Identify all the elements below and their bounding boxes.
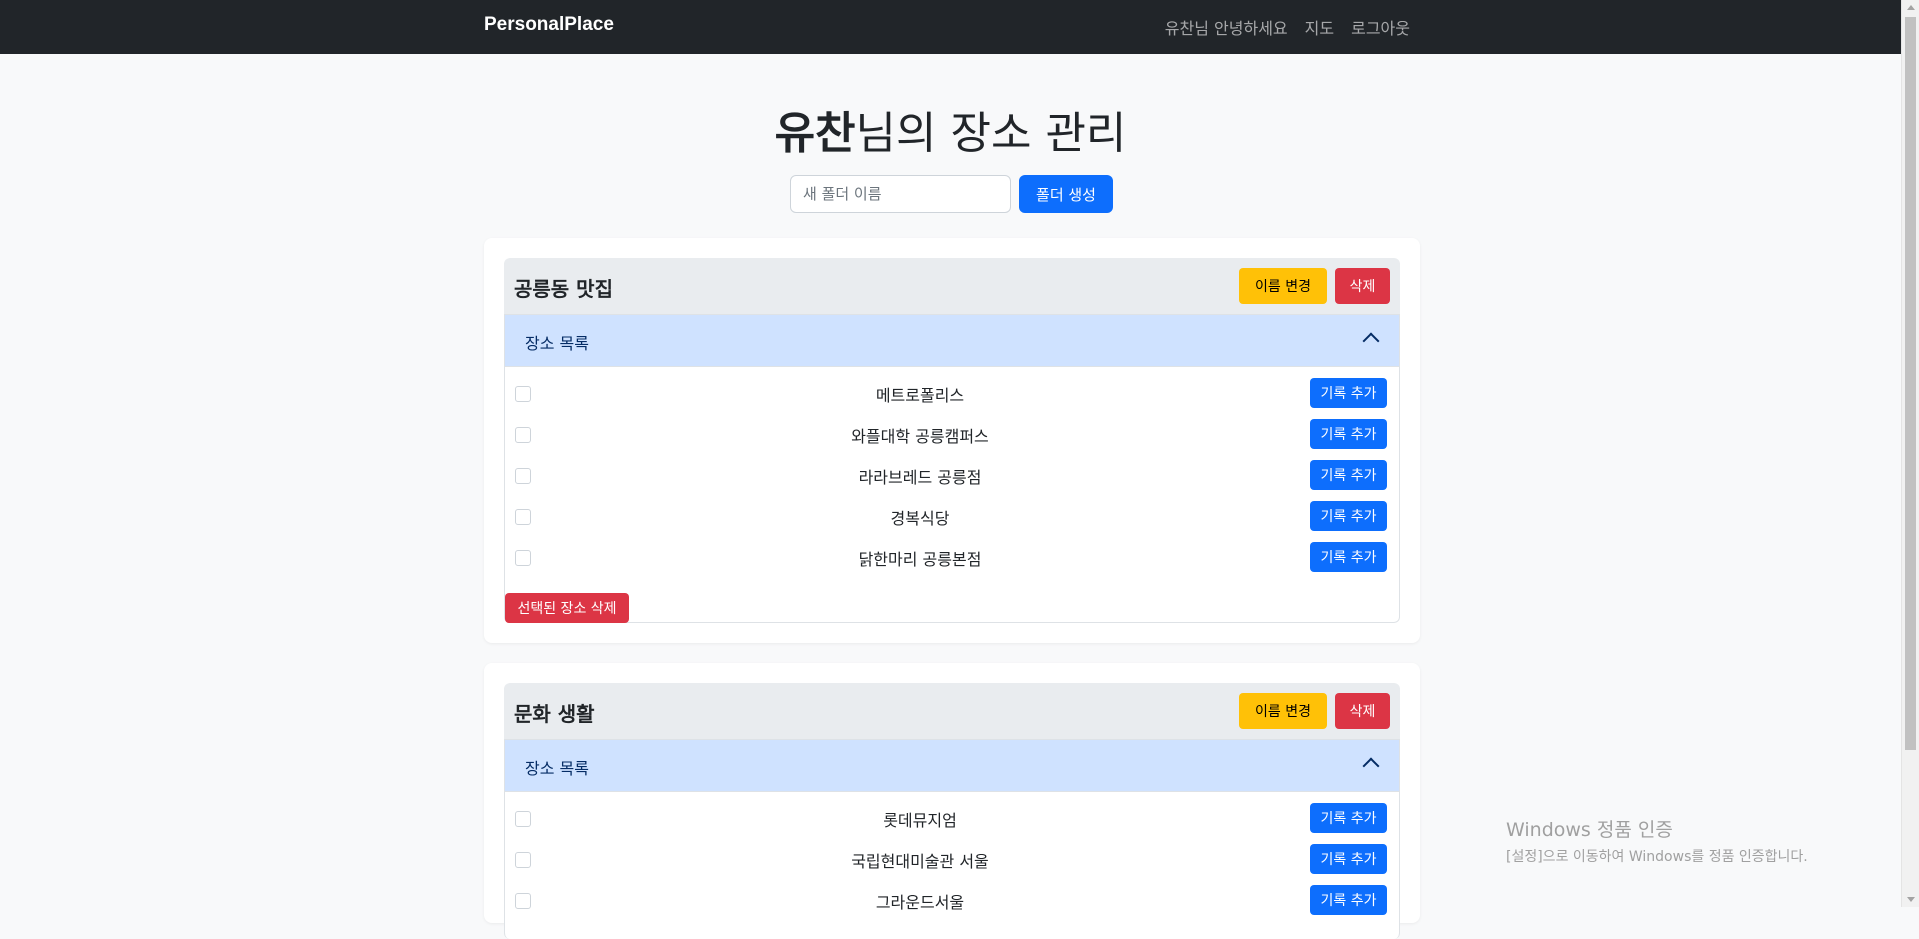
accordion-toggle[interactable]: 장소 목록 <box>505 315 1399 367</box>
list-item: 와플대학 공릉캠퍼스 기록 추가 <box>505 409 1399 450</box>
create-folder-button[interactable]: 폴더 생성 <box>1019 175 1113 213</box>
add-record-button[interactable]: 기록 추가 <box>1310 501 1387 531</box>
navbar: PersonalPlace 유찬님 안녕하세요 지도 로그아웃 <box>0 0 1901 54</box>
place-name: 국립현대미술관 서울 <box>851 852 989 871</box>
delete-folder-button[interactable]: 삭제 <box>1335 268 1390 304</box>
list-item: 롯데뮤지엄 기록 추가 <box>505 793 1399 834</box>
page-title-user: 유찬 <box>774 108 856 159</box>
place-name: 경복식당 <box>890 509 950 528</box>
add-record-button[interactable]: 기록 추가 <box>1310 542 1387 572</box>
folder-header: 공릉동 맛집 이름 변경 삭제 <box>504 258 1400 314</box>
place-name: 롯데뮤지엄 <box>883 811 957 830</box>
accordion-title: 장소 목록 <box>525 334 589 353</box>
list-item: 메트로폴리스 기록 추가 <box>505 368 1399 409</box>
add-record-button[interactable]: 기록 추가 <box>1310 803 1387 833</box>
rename-folder-button[interactable]: 이름 변경 <box>1239 693 1327 729</box>
chevron-up-icon <box>1362 757 1380 775</box>
delete-folder-button[interactable]: 삭제 <box>1335 693 1390 729</box>
nav-links: 유찬님 안녕하세요 지도 로그아웃 <box>1165 15 1410 39</box>
add-record-button[interactable]: 기록 추가 <box>1310 378 1387 408</box>
place-name: 닭한마리 공릉본점 <box>858 550 982 569</box>
chevron-up-icon <box>1362 332 1380 350</box>
page-title-suffix: 님의 장소 관리 <box>855 108 1127 159</box>
place-list-accordion: 장소 목록 롯데뮤지엄 기록 추가 국립현대미술관 서울 기록 추가 그라운드서… <box>504 739 1400 939</box>
place-name: 와플대학 공릉캠퍼스 <box>851 427 989 446</box>
brand-logo[interactable]: PersonalPlace <box>484 14 614 36</box>
scroll-up-icon[interactable] <box>1907 5 1915 10</box>
list-item: 경복식당 기록 추가 <box>505 491 1399 532</box>
folder-header: 문화 생활 이름 변경 삭제 <box>504 683 1400 739</box>
windows-activation-watermark: Windows 정품 인증 [설정]으로 이동하여 Windows를 정품 인증… <box>1506 815 1808 866</box>
accordion-toggle[interactable]: 장소 목록 <box>505 740 1399 792</box>
watermark-title: Windows 정품 인증 <box>1506 819 1673 841</box>
folder-card: 문화 생활 이름 변경 삭제 장소 목록 롯데뮤지엄 기록 추가 국립현대미술관… <box>484 663 1420 939</box>
place-name: 메트로폴리스 <box>875 386 965 405</box>
folder-card: 공릉동 맛집 이름 변경 삭제 장소 목록 메트로폴리스 기록 추가 와플대학 … <box>484 238 1420 643</box>
accordion-title: 장소 목록 <box>525 759 589 778</box>
place-list-accordion: 장소 목록 메트로폴리스 기록 추가 와플대학 공릉캠퍼스 기록 추가 라라브레… <box>504 314 1400 623</box>
list-item: 닭한마리 공릉본점 기록 추가 <box>505 532 1399 573</box>
list-item: 그라운드서울 기록 추가 <box>505 875 1399 916</box>
scrollbar[interactable] <box>1901 0 1919 907</box>
scroll-down-icon[interactable] <box>1907 897 1915 902</box>
add-record-button[interactable]: 기록 추가 <box>1310 419 1387 449</box>
nav-map[interactable]: 지도 <box>1305 15 1334 39</box>
folder-name: 공릉동 맛집 <box>514 277 613 301</box>
add-record-button[interactable]: 기록 추가 <box>1310 460 1387 490</box>
page-title: 유찬님의 장소 관리 <box>0 97 1901 161</box>
delete-selected-button[interactable]: 선택된 장소 삭제 <box>505 593 629 623</box>
rename-folder-button[interactable]: 이름 변경 <box>1239 268 1327 304</box>
list-item: 라라브레드 공릉점 기록 추가 <box>505 450 1399 491</box>
scroll-thumb[interactable] <box>1905 17 1916 750</box>
place-name: 그라운드서울 <box>875 893 965 912</box>
nav-logout[interactable]: 로그아웃 <box>1351 15 1410 39</box>
place-name: 라라브레드 공릉점 <box>858 468 982 487</box>
add-record-button[interactable]: 기록 추가 <box>1310 885 1387 915</box>
folder-name: 문화 생활 <box>514 702 595 726</box>
new-folder-input[interactable] <box>790 175 1011 213</box>
nav-greeting[interactable]: 유찬님 안녕하세요 <box>1165 15 1288 39</box>
watermark-subtitle: [설정]으로 이동하여 Windows를 정품 인증합니다. <box>1506 849 1808 865</box>
add-record-button[interactable]: 기록 추가 <box>1310 844 1387 874</box>
list-item: 국립현대미술관 서울 기록 추가 <box>505 834 1399 875</box>
